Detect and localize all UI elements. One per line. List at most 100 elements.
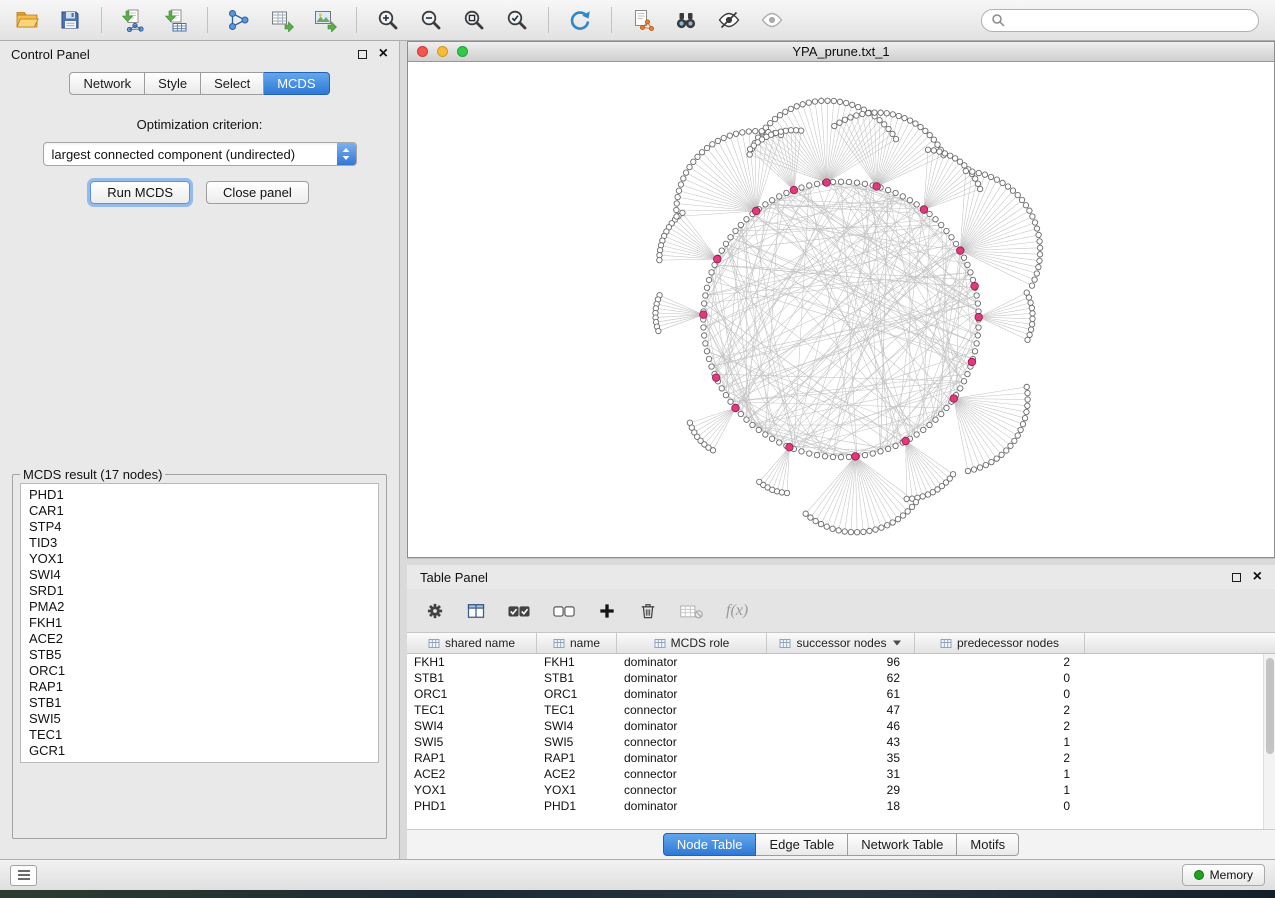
minimize-window-icon[interactable] [437,46,448,57]
tab-node-table[interactable]: Node Table [663,833,757,856]
float-panel-icon[interactable] [358,50,367,59]
table-row[interactable]: YOX1YOX1connector291 [407,782,1275,798]
table-disabled-button[interactable] [679,601,705,621]
horizontal-splitter[interactable] [407,558,1275,565]
tab-network-table[interactable]: Network Table [848,833,957,856]
tab-select[interactable]: Select [201,72,264,95]
vertical-splitter[interactable] [400,41,407,859]
result-item[interactable]: STB5 [21,647,378,663]
gear-icon [425,601,445,621]
select-all-icon [507,600,531,622]
result-item[interactable]: ORC1 [21,663,378,679]
export-table-button[interactable] [265,5,299,35]
network-canvas[interactable] [408,62,1274,557]
cell-successor-nodes: 18 [767,799,915,813]
cell-shared-name: PHD1 [407,799,537,813]
refresh-button[interactable] [563,5,597,35]
column-header-successor-nodes[interactable]: successor nodes [767,633,915,653]
tab-style[interactable]: Style [145,72,201,95]
import-table-button[interactable] [159,5,193,35]
result-item[interactable]: YOX1 [21,551,378,567]
table-scrollbar[interactable] [1263,654,1275,829]
close-window-icon[interactable] [417,46,428,57]
cell-name: PHD1 [537,799,617,813]
export-image-button[interactable] [308,5,342,35]
network-titlebar[interactable]: YPA_prune.txt_1 [408,42,1274,62]
table-row[interactable]: RAP1RAP1dominator352 [407,750,1275,766]
control-tabs: NetworkStyleSelectMCDS [0,67,399,103]
memory-button[interactable]: Memory [1182,864,1265,886]
result-item[interactable]: CAR1 [21,503,378,519]
table-row[interactable]: SWI4SWI4dominator462 [407,718,1275,734]
column-header-mcds-role[interactable]: MCDS role [617,633,767,653]
result-item[interactable]: STP4 [21,519,378,535]
cell-shared-name: TEC1 [407,703,537,717]
result-item[interactable]: RAP1 [21,679,378,695]
tab-motifs[interactable]: Motifs [957,833,1019,856]
close-panel-icon[interactable]: × [379,46,388,62]
table-row[interactable]: ACE2ACE2connector311 [407,766,1275,782]
scrollbar-thumb[interactable] [1266,658,1274,754]
deselect-all-button[interactable] [552,600,576,622]
column-header-shared-name[interactable]: shared name [407,633,537,653]
table-row[interactable]: ORC1ORC1dominator610 [407,686,1275,702]
zoom-selected-button[interactable] [500,5,534,35]
table-row[interactable]: STB1STB1dominator620 [407,670,1275,686]
show-graphics-details-button[interactable] [755,5,789,35]
search-input[interactable] [1011,12,1249,28]
result-item[interactable]: STB1 [21,695,378,711]
columns-button[interactable] [466,601,486,621]
result-item[interactable]: TEC1 [21,727,378,743]
result-item[interactable]: PMA2 [21,599,378,615]
run-mcds-button[interactable]: Run MCDS [90,181,190,204]
column-header-predecessor-nodes[interactable]: predecessor nodes [915,633,1085,653]
zoom-fit-button[interactable] [457,5,491,35]
clipboard-share-button[interactable] [626,5,660,35]
cell-shared-name: RAP1 [407,751,537,765]
status-menu-button[interactable] [10,865,37,886]
result-item[interactable]: GCR1 [21,743,378,759]
export-network-button[interactable] [222,5,256,35]
table-body: FKH1FKH1dominator962STB1STB1dominator620… [407,654,1275,829]
result-item[interactable]: TID3 [21,535,378,551]
close-panel-button[interactable]: Close panel [206,181,309,204]
zoom-out-button[interactable] [414,5,448,35]
cell-name: RAP1 [537,751,617,765]
maximize-window-icon[interactable] [457,46,468,57]
table-row[interactable]: SWI5SWI5connector431 [407,734,1275,750]
float-table-panel-icon[interactable] [1232,573,1241,582]
cell-shared-name: ORC1 [407,687,537,701]
search-network-button[interactable] [669,5,703,35]
select-all-button[interactable] [507,600,531,622]
search-box[interactable] [981,9,1259,32]
delete-button[interactable] [638,601,658,621]
table-row[interactable]: PHD1PHD1dominator180 [407,798,1275,814]
cell-mcds-role: dominator [617,751,767,765]
close-table-panel-icon[interactable]: × [1253,569,1262,585]
zoom-in-button[interactable] [371,5,405,35]
cell-mcds-role: connector [617,703,767,717]
table-row[interactable]: TEC1TEC1connector472 [407,702,1275,718]
result-item[interactable]: ACE2 [21,631,378,647]
mcds-result-list[interactable]: PHD1CAR1STP4TID3YOX1SWI4SRD1PMA2FKH1ACE2… [20,483,379,763]
result-item[interactable]: PHD1 [21,487,378,503]
vizmapper-eye-button[interactable] [712,5,746,35]
save-button[interactable] [53,5,87,35]
optimization-criterion-select[interactable]: largest connected component (undirected) [43,142,357,166]
tab-mcds[interactable]: MCDS [264,72,329,95]
result-item[interactable]: FKH1 [21,615,378,631]
result-item[interactable]: SRD1 [21,583,378,599]
gear-button[interactable] [425,601,445,621]
open-folder-button[interactable] [10,5,44,35]
result-item[interactable]: SWI4 [21,567,378,583]
add-button[interactable] [597,601,617,621]
column-header-name[interactable]: name [537,633,617,653]
result-item[interactable]: SWI5 [21,711,378,727]
import-network-button[interactable] [116,5,150,35]
tab-edge-table[interactable]: Edge Table [756,833,848,856]
import-network-icon [121,8,145,32]
column-header-filler [1085,633,1275,653]
table-row[interactable]: FKH1FKH1dominator962 [407,654,1275,670]
tab-network[interactable]: Network [69,72,145,95]
zoom-in-icon [376,8,400,32]
